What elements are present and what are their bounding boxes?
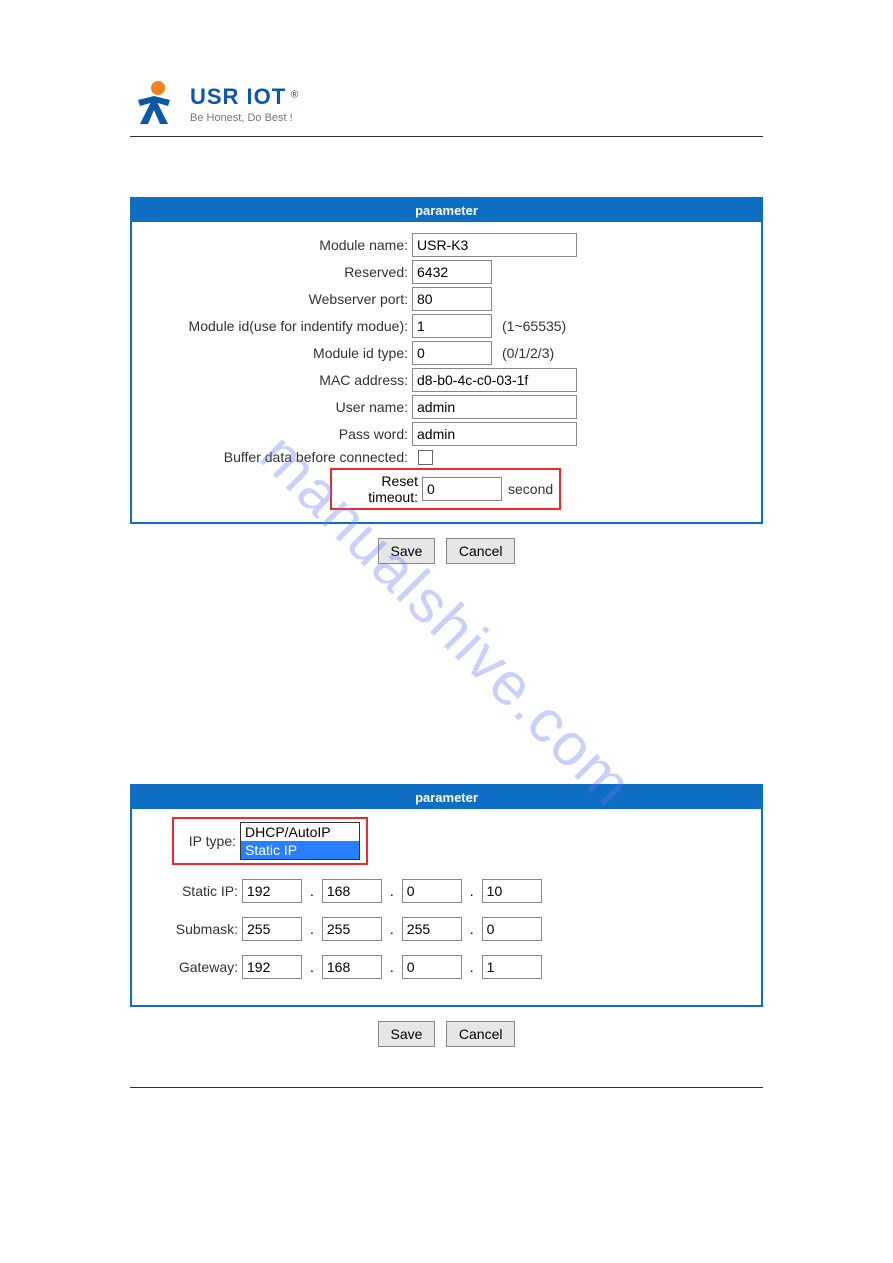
- pass-label: Pass word:: [142, 426, 412, 442]
- module-id-type-label: Module id type:: [142, 345, 412, 361]
- pass-input[interactable]: [412, 422, 577, 446]
- static-ip-label: Static IP:: [142, 883, 242, 899]
- gateway-c[interactable]: [402, 955, 462, 979]
- logo-icon: [130, 80, 178, 128]
- submask-a[interactable]: [242, 917, 302, 941]
- buffer-label: Buffer data before connected:: [142, 449, 412, 465]
- reserved-input[interactable]: [412, 260, 492, 284]
- static-ip-c[interactable]: [402, 879, 462, 903]
- ip-type-highlight: IP type: DHCP/AutoIP Static IP: [172, 817, 368, 865]
- module-name-input[interactable]: [412, 233, 577, 257]
- ip-type-label: IP type:: [180, 833, 240, 849]
- ip-type-option-static[interactable]: Static IP: [241, 841, 359, 859]
- module-id-type-input[interactable]: [412, 341, 492, 365]
- buffer-checkbox[interactable]: [418, 450, 433, 465]
- submask-c[interactable]: [402, 917, 462, 941]
- module-name-label: Module name:: [142, 237, 412, 253]
- panel1-save-button[interactable]: Save: [378, 538, 436, 564]
- reset-input[interactable]: [422, 477, 502, 501]
- header-divider: [130, 136, 763, 137]
- mac-label: MAC address:: [142, 372, 412, 388]
- module-id-hint: (1~65535): [502, 318, 566, 334]
- module-id-label: Module id(use for indentify modue):: [142, 318, 412, 334]
- ip-type-option-dhcp[interactable]: DHCP/AutoIP: [241, 823, 359, 841]
- webserver-port-input[interactable]: [412, 287, 492, 311]
- static-ip-d[interactable]: [482, 879, 542, 903]
- user-input[interactable]: [412, 395, 577, 419]
- parameter-panel-2: parameter IP type: DHCP/AutoIP Static IP…: [130, 784, 763, 1007]
- panel2-save-button[interactable]: Save: [378, 1021, 436, 1047]
- mac-input[interactable]: [412, 368, 577, 392]
- gateway-a[interactable]: [242, 955, 302, 979]
- reset-timeout-highlight: Reset timeout: second: [330, 468, 561, 510]
- panel1-cancel-button[interactable]: Cancel: [446, 538, 516, 564]
- submask-d[interactable]: [482, 917, 542, 941]
- panel2-title: parameter: [132, 786, 761, 809]
- gateway-label: Gateway:: [142, 959, 242, 975]
- parameter-panel-1: parameter Module name: Reserved: Webserv…: [130, 197, 763, 524]
- logo-reg: ®: [291, 90, 298, 101]
- static-ip-b[interactable]: [322, 879, 382, 903]
- logo-title: USR IOT: [190, 84, 286, 109]
- module-id-input[interactable]: [412, 314, 492, 338]
- footer-divider: [130, 1087, 763, 1088]
- reset-label: Reset timeout:: [338, 473, 420, 505]
- submask-label: Submask:: [142, 921, 242, 937]
- ip-type-select[interactable]: DHCP/AutoIP Static IP: [240, 822, 360, 860]
- gateway-d[interactable]: [482, 955, 542, 979]
- user-label: User name:: [142, 399, 412, 415]
- reserved-label: Reserved:: [142, 264, 412, 280]
- gateway-b[interactable]: [322, 955, 382, 979]
- reset-unit: second: [508, 481, 553, 497]
- submask-b[interactable]: [322, 917, 382, 941]
- logo-subtitle: Be Honest, Do Best !: [190, 112, 298, 124]
- logo-block: USR IOT ® Be Honest, Do Best !: [130, 80, 763, 128]
- static-ip-a[interactable]: [242, 879, 302, 903]
- module-id-type-hint: (0/1/2/3): [502, 345, 554, 361]
- webserver-port-label: Webserver port:: [142, 291, 412, 307]
- panel1-title: parameter: [132, 199, 761, 222]
- panel2-cancel-button[interactable]: Cancel: [446, 1021, 516, 1047]
